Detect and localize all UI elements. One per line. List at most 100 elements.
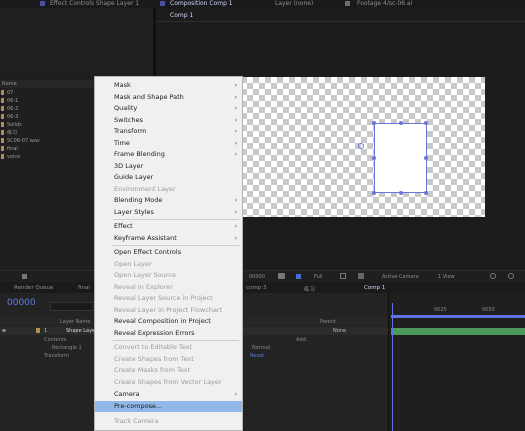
blend-mode-dropdown[interactable]: Normal	[252, 345, 270, 351]
transform-handle[interactable]	[424, 156, 428, 160]
layer-duration-bar[interactable]	[391, 328, 525, 335]
resolution-dropdown[interactable]: Full	[314, 274, 323, 280]
transform-handle[interactable]	[372, 156, 376, 160]
menu-item-keyframe-assistant[interactable]: Keyframe Assistant ›	[95, 233, 242, 244]
chevron-right-icon: ›	[234, 139, 237, 147]
transform-handle[interactable]	[424, 121, 428, 125]
menu-item-frame-blending[interactable]: Frame Blending ›	[95, 149, 242, 160]
menu-item-create-shapes-from-vector: Create Shapes from Vector Layer	[114, 377, 222, 386]
composition-tab-label: Composition Comp 1	[170, 0, 233, 7]
label-swatch	[1, 106, 4, 111]
label-swatch	[1, 114, 4, 119]
reset-exposure-icon[interactable]	[490, 273, 496, 279]
menu-item-reveal-layer-source: Reveal Layer Source in Project	[114, 294, 213, 302]
menu-item-layer-styles[interactable]: Layer Styles ›	[95, 207, 242, 218]
chevron-right-icon: ›	[234, 105, 237, 112]
menu-item-mask-and-shape-path[interactable]: Mask and Shape Path ›	[95, 92, 242, 103]
footage-tab[interactable]: Footage 4/sc-06.ai	[345, 0, 435, 8]
layer-search-input[interactable]	[50, 302, 94, 311]
final-tab[interactable]: final	[78, 285, 90, 291]
menu-item-open-layer: Open Layer	[114, 259, 152, 268]
transform-handle[interactable]	[372, 121, 376, 125]
camera-dropdown[interactable]: Active Camera	[382, 274, 419, 280]
timeline-timecode[interactable]: 00000	[7, 298, 36, 308]
list-item[interactable]: 06-2	[0, 105, 95, 113]
viewer-timecode[interactable]: 00000	[249, 274, 265, 280]
list-item[interactable]: SC06-07.wav	[0, 137, 95, 145]
menu-separator	[113, 245, 239, 246]
layer-tab[interactable]: Layer (none)	[275, 0, 335, 8]
menu-item-guide-layer[interactable]: Guide Layer	[95, 172, 242, 183]
menu-item-blending-mode[interactable]: Blending Mode ›	[95, 195, 242, 206]
chevron-right-icon: ›	[234, 93, 237, 101]
menu-item-open-effect-controls[interactable]: Open Effect Controls	[95, 247, 242, 258]
list-item[interactable]: 练习	[0, 129, 95, 137]
menu-item-mask[interactable]: Mask ›	[95, 80, 242, 91]
menu-item-3d-layer[interactable]: 3D Layer	[95, 161, 242, 172]
project-list: 07 06-1 06-2 06-3 Solids 练习 SC06-07.wav …	[0, 89, 95, 189]
region-icon[interactable]	[340, 273, 346, 279]
label-swatch[interactable]	[36, 328, 40, 333]
rectangle-label: Rectangle 1	[52, 345, 82, 351]
list-item-label: 练习	[7, 130, 18, 136]
list-item[interactable]: 06-3	[0, 113, 95, 121]
render-queue-tab[interactable]: Render Queue	[14, 285, 53, 291]
menu-item-time[interactable]: Time ›	[95, 138, 242, 149]
transform-handle[interactable]	[399, 191, 403, 195]
menu-item-create-shapes-from-text: Create Shapes from Text	[114, 354, 194, 363]
menu-item-effect[interactable]: Effect ›	[95, 221, 242, 232]
work-area-bar[interactable]	[391, 315, 525, 318]
parent-dropdown[interactable]: None	[333, 328, 346, 334]
list-item[interactable]: final	[0, 145, 95, 153]
menu-item-switches[interactable]: Switches ›	[95, 115, 242, 126]
anchor-point-icon[interactable]	[358, 143, 364, 149]
transform-handle[interactable]	[372, 191, 376, 195]
effect-controls-panel	[0, 8, 153, 70]
comp-subtab-bar: Comp 1	[156, 10, 525, 22]
transparency-grid-icon[interactable]	[358, 273, 364, 279]
list-item-label: 07	[7, 90, 14, 96]
lianxi-tab[interactable]: 练习	[304, 285, 315, 293]
contents-label: Contents	[44, 337, 67, 343]
label-swatch	[1, 146, 4, 151]
menu-item-quality[interactable]: Quality ›	[95, 103, 242, 114]
menu-item-reveal-composition[interactable]: Reveal Composition in Project	[95, 316, 242, 327]
menu-item-reveal-in-explorer: Reveal in Explorer	[114, 282, 173, 291]
menu-item-environment-layer: Environment Layer	[114, 184, 176, 193]
playhead[interactable]	[392, 303, 393, 431]
transform-handle[interactable]	[424, 191, 428, 195]
comp-subtab[interactable]: Comp 1	[170, 12, 193, 19]
menu-item-camera[interactable]: Camera ›	[95, 389, 242, 400]
list-item[interactable]: 07	[0, 89, 95, 97]
menu-item-pre-compose[interactable]: Pre-compose...	[95, 401, 242, 412]
list-item[interactable]: Solids	[0, 121, 95, 129]
footage-icon	[345, 1, 350, 6]
show-channel-icon[interactable]	[296, 274, 301, 279]
chevron-right-icon: ›	[234, 151, 237, 158]
composition-tab[interactable]: Composition Comp 1	[160, 0, 270, 8]
magnify-ratio-icon[interactable]	[22, 274, 27, 279]
label-swatch	[1, 154, 4, 159]
snapshot-icon[interactable]	[278, 273, 285, 279]
reset-link[interactable]: Reset	[250, 353, 264, 359]
shape-rectangle[interactable]	[374, 123, 427, 193]
menu-item-reveal-expression-errors[interactable]: Reveal Expression Errors	[95, 328, 242, 339]
layer-number: 1	[44, 328, 48, 334]
comp-canvas[interactable]	[235, 77, 485, 217]
layer-name-header: Layer Name	[60, 319, 91, 325]
transform-handle[interactable]	[399, 121, 403, 125]
comp1-tab[interactable]: Comp 1	[364, 285, 385, 291]
list-item[interactable]: 06-1	[0, 97, 95, 105]
fast-preview-icon[interactable]	[508, 273, 514, 279]
eye-icon[interactable]	[2, 329, 6, 332]
view-layout-dropdown[interactable]: 1 View	[438, 274, 455, 280]
comp3-tab[interactable]: comp 3	[246, 285, 267, 291]
footage-tab-label: Footage 4/sc-06.ai	[357, 0, 413, 7]
chevron-right-icon: ›	[234, 208, 237, 216]
menu-item-transform[interactable]: Transform ›	[95, 126, 242, 137]
effect-controls-tab[interactable]: Effect Controls Shape Layer 1	[40, 0, 150, 8]
label-swatch	[1, 130, 4, 135]
ruler-tick-label: 0050	[482, 307, 495, 313]
composition-icon	[160, 1, 165, 6]
list-item[interactable]: voice	[0, 153, 95, 161]
